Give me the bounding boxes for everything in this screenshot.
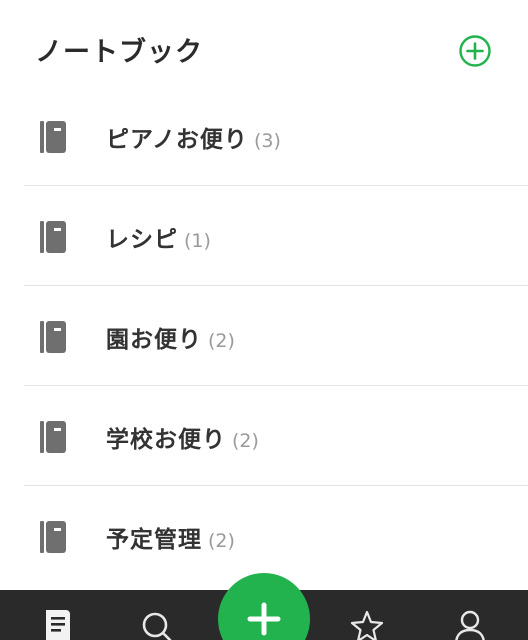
notebook-icon [40,221,66,253]
header: ノートブック [0,0,528,100]
new-note-button[interactable] [218,573,310,640]
notebook-count: (3) [253,130,281,152]
notebook-name: 予定管理 [106,527,202,553]
notebook-label: 学校お便り (2) [106,420,259,454]
notebook-label: 予定管理 (2) [106,520,235,554]
notebook-count: (2) [208,530,235,552]
notebook-row[interactable]: 学校お便り (2) [0,386,528,486]
notebook-name: 園お便り [106,327,202,353]
notebook-count: (2) [232,430,259,452]
notebook-row[interactable]: 園お便り (2) [0,286,528,386]
add-notebook-icon[interactable] [459,35,491,67]
notebook-icon [40,421,66,453]
notebooks-screen: ノートブック ピアノお便り (3) レシピ (1) 園お便り (2) 学校お便り… [0,0,528,640]
notebook-row[interactable]: 予定管理 (2) [0,486,528,586]
notebook-icon [40,521,66,553]
star-icon[interactable] [349,608,385,640]
notebook-row[interactable]: ピアノお便り (3) [0,86,528,186]
notebook-label: レシピ (1) [106,220,211,254]
notebook-icon [40,121,66,153]
notebook-name: ピアノお便り [106,127,248,153]
notebook-name: 学校お便り [106,427,226,453]
search-icon[interactable] [139,608,175,640]
page-title: ノートブック [35,37,203,68]
add-icon [247,602,281,636]
notebook-name: レシピ [106,227,178,253]
notebook-label: ピアノお便り (3) [106,120,281,154]
notebook-row[interactable]: レシピ (1) [0,186,528,286]
notebook-list: ピアノお便り (3) レシピ (1) 園お便り (2) 学校お便り (2) 予定… [0,86,528,586]
notebook-label: 園お便り (2) [106,320,235,354]
notebook-count: (1) [184,230,211,252]
notebook-icon [40,321,66,353]
notebook-count: (2) [208,330,235,352]
account-icon[interactable] [452,608,488,640]
notes-icon[interactable] [40,608,76,640]
